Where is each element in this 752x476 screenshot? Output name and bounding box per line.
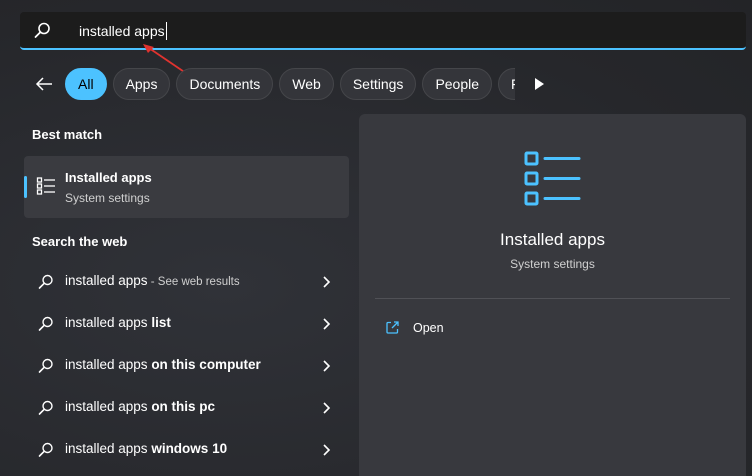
search-icon — [38, 400, 53, 415]
installed-apps-list-icon — [524, 151, 581, 206]
web-result-base: installed apps — [65, 441, 152, 456]
search-icon — [38, 316, 53, 331]
preview-panel: Installed apps System settings Open — [359, 114, 746, 476]
chevron-right-icon — [323, 276, 331, 288]
text-caret — [165, 22, 167, 40]
open-label: Open — [413, 320, 444, 335]
filter-tabs: All Apps Documents Web Settings People F… — [65, 68, 515, 100]
search-query: installed apps — [79, 23, 165, 39]
search-box[interactable]: installed apps — [20, 12, 746, 50]
more-filters-play-icon[interactable] — [529, 74, 549, 94]
back-button[interactable] — [30, 70, 58, 98]
web-result-bold: on this computer — [151, 357, 261, 372]
web-result-bold: on this pc — [151, 399, 216, 414]
search-icon — [38, 442, 53, 457]
web-result-text: installed apps on this computer — [65, 357, 261, 372]
best-match-title: Installed apps — [65, 170, 152, 185]
list-icon — [36, 177, 55, 195]
web-result-item[interactable]: installed apps windows 10 — [24, 430, 349, 470]
web-result-base: installed apps — [65, 273, 148, 288]
web-result-suffix: - See web results — [147, 276, 240, 288]
open-external-icon — [386, 321, 399, 334]
tab-documents[interactable]: Documents — [176, 68, 274, 100]
web-result-base: installed apps — [65, 399, 152, 414]
web-result-bold: list — [151, 315, 171, 330]
web-result-text: installed apps windows 10 — [65, 441, 227, 456]
chevron-right-icon — [323, 444, 331, 456]
web-result-item[interactable]: installed apps list — [24, 304, 349, 344]
web-result-base: installed apps — [65, 315, 152, 330]
web-result-text: installed apps - See web results — [65, 273, 240, 288]
best-match-result[interactable]: Installed apps System settings — [24, 156, 349, 218]
tab-web[interactable]: Web — [279, 68, 334, 100]
chevron-right-icon — [323, 318, 331, 330]
web-result-base: installed apps — [65, 357, 152, 372]
tab-all[interactable]: All — [65, 68, 107, 100]
search-input[interactable]: installed apps — [79, 22, 167, 40]
search-web-heading: Search the web — [32, 234, 128, 249]
web-result-item[interactable]: installed apps - See web results — [24, 262, 349, 302]
tab-apps[interactable]: Apps — [112, 68, 171, 100]
tab-folders[interactable]: Folders — [498, 68, 515, 100]
web-result-text: installed apps list — [65, 315, 171, 330]
chevron-right-icon — [323, 402, 331, 414]
web-result-text: installed apps on this pc — [65, 399, 215, 414]
search-icon — [38, 274, 53, 289]
web-result-item[interactable]: installed apps on this pc — [24, 388, 349, 428]
web-result-item[interactable]: installed apps on this computer — [24, 346, 349, 386]
web-result-bold: windows 10 — [151, 441, 228, 456]
search-icon — [38, 358, 53, 373]
selection-indicator — [24, 176, 27, 198]
arrow-left-icon — [35, 77, 52, 91]
preview-subtitle: System settings — [510, 257, 595, 271]
best-match-subtitle: System settings — [65, 191, 150, 205]
open-action[interactable]: Open — [385, 320, 444, 335]
preview-title: Installed apps — [500, 230, 605, 249]
tab-settings[interactable]: Settings — [339, 68, 417, 100]
best-match-heading: Best match — [32, 127, 103, 142]
chevron-right-icon — [323, 360, 331, 372]
tab-people[interactable]: People — [422, 68, 493, 100]
divider — [375, 298, 730, 299]
search-icon — [34, 22, 50, 38]
